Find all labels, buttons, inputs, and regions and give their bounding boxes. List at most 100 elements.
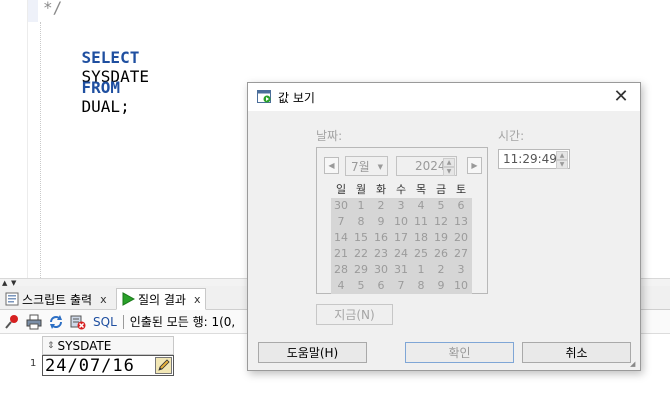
tab-script-output-close[interactable]: x — [100, 293, 107, 306]
calendar-day[interactable]: 11 — [411, 214, 431, 230]
calendar-week: 28 29 30 31 1 2 3 — [331, 262, 472, 278]
tab-query-result-close[interactable]: x — [194, 293, 201, 306]
comment-end: */ — [43, 0, 63, 17]
year-spin-buttons[interactable]: ▲ ▼ — [443, 158, 455, 176]
calendar-day[interactable]: 20 — [451, 230, 471, 246]
calendar-day[interactable]: 10 — [451, 278, 471, 294]
calendar-day[interactable]: 15 — [351, 230, 371, 246]
spin-up-icon[interactable]: ▲ — [556, 151, 568, 160]
spin-up-icon[interactable]: ▲ — [443, 158, 455, 167]
calendar-grid: 일월화수목금토 30 1 2 3 4 5 6 7 8 9 10 11 12 13 14 15 16 17 18 19 2… — [331, 182, 472, 294]
calendar-day[interactable]: 25 — [411, 246, 431, 262]
print-icon[interactable] — [25, 313, 43, 331]
calendar-day[interactable]: 6 — [371, 278, 391, 294]
calendar-day[interactable]: 30 — [331, 198, 351, 214]
help-button[interactable]: 도움말(H) — [258, 342, 367, 363]
date-label: 날짜: — [316, 129, 343, 143]
tab-query-result-label: 질의 결과 — [138, 292, 186, 307]
tab-script-output[interactable]: 스크립트 출력 x — [0, 288, 112, 310]
calendar-day[interactable]: 28 — [331, 262, 351, 278]
current-line-highlight — [28, 0, 38, 22]
time-spin-buttons[interactable]: ▲ ▼ — [556, 151, 568, 169]
calendar-day[interactable]: 19 — [431, 230, 451, 246]
play-icon — [121, 292, 136, 306]
next-month-icon[interactable]: ▶ — [467, 157, 482, 174]
chevron-down-icon: ▼ — [377, 163, 383, 171]
calendar-day[interactable]: 4 — [331, 278, 351, 294]
weekday-label: 토 — [455, 183, 467, 196]
cancel-button[interactable]: 취소 — [522, 342, 631, 363]
calendar-day[interactable]: 4 — [411, 198, 431, 214]
calendar-day[interactable]: 7 — [331, 214, 351, 230]
sort-icon: ⇕ — [47, 340, 55, 351]
calendar-day[interactable]: 1 — [351, 198, 371, 214]
time-label: 시간: — [498, 129, 525, 143]
time-spinner[interactable]: 11:29:49 ▲ ▼ — [498, 149, 570, 169]
calendar-day[interactable]: 17 — [391, 230, 411, 246]
calendar-day[interactable]: 8 — [351, 214, 371, 230]
calendar-day[interactable]: 18 — [411, 230, 431, 246]
calendar-day[interactable]: 30 — [371, 262, 391, 278]
calendar-week: 14 15 16 17 18 19 20 — [331, 230, 472, 246]
calendar-day[interactable]: 24 — [391, 246, 411, 262]
calendar-day[interactable]: 9 — [371, 214, 391, 230]
identifier-dual: DUAL; — [81, 97, 130, 116]
spin-down-icon[interactable]: ▼ — [443, 167, 455, 176]
tab-query-result[interactable]: 질의 결과 x — [116, 288, 206, 310]
year-spinner[interactable]: 2024 ▲ ▼ — [396, 156, 457, 176]
prev-month-icon[interactable]: ◀ — [324, 157, 339, 174]
calendar-day[interactable]: 31 — [391, 262, 411, 278]
view-value-dialog: 값 보기 ✕ 날짜: 시간: ◀ 7월 ▼ 2024 ▲ ▼ ▶ 일월화수목금토… — [247, 82, 641, 371]
calendar-day[interactable]: 7 — [391, 278, 411, 294]
column-header-sysdate[interactable]: ⇕ SYSDATE — [42, 336, 174, 355]
ok-button[interactable]: 확인 — [405, 342, 514, 363]
calendar-day[interactable]: 2 — [431, 262, 451, 278]
tab-script-output-label: 스크립트 출력 — [22, 292, 93, 307]
resize-grip-icon[interactable]: ◢ — [630, 360, 638, 368]
calendar-week: 7 8 9 10 11 12 13 — [331, 214, 472, 230]
dialog-titlebar[interactable]: 값 보기 ✕ — [248, 83, 640, 111]
close-icon[interactable]: ✕ — [612, 86, 630, 107]
refresh-icon[interactable] — [47, 313, 65, 331]
weekday-label: 일 — [335, 183, 347, 196]
calendar-day[interactable]: 22 — [351, 246, 371, 262]
pin-icon[interactable] — [3, 313, 21, 331]
weekday-label: 월 — [355, 183, 367, 196]
calendar-week: 21 22 23 24 25 26 27 — [331, 246, 472, 262]
result-cell[interactable]: 24/07/16 — [42, 355, 174, 376]
calendar-day[interactable]: 5 — [351, 278, 371, 294]
month-select[interactable]: 7월 ▼ — [345, 156, 388, 176]
indent-guide — [40, 22, 41, 278]
calendar-day[interactable]: 29 — [351, 262, 371, 278]
spin-down-icon[interactable]: ▼ — [556, 160, 568, 169]
pencil-icon[interactable] — [155, 357, 172, 374]
result-cell-value: 24/07/16 — [45, 355, 135, 376]
calendar-day[interactable]: 27 — [451, 246, 471, 262]
calendar-day[interactable]: 23 — [371, 246, 391, 262]
calendar-day[interactable]: 9 — [431, 278, 451, 294]
now-button[interactable]: 지금(N) — [316, 304, 393, 325]
calendar-day[interactable]: 10 — [391, 214, 411, 230]
calendar-day[interactable]: 2 — [371, 198, 391, 214]
dialog-app-icon — [257, 90, 272, 104]
calendar-day[interactable]: 21 — [331, 246, 351, 262]
calendar-day[interactable]: 14 — [331, 230, 351, 246]
calendar-week: 30 1 2 3 4 5 6 — [331, 198, 472, 214]
calendar-day[interactable]: 6 — [451, 198, 471, 214]
calendar-day[interactable]: 26 — [431, 246, 451, 262]
calendar-day[interactable]: 13 — [451, 214, 471, 230]
calendar-day[interactable]: 5 — [431, 198, 451, 214]
dialog-body: 날짜: 시간: ◀ 7월 ▼ 2024 ▲ ▼ ▶ 일월화수목금토 30 1 2 3 4… — [248, 111, 640, 370]
calendar-days: 30 1 2 3 4 5 6 7 8 9 10 11 12 13 14 15 16 17 18 19 20 21 22 23 2… — [331, 198, 472, 294]
calendar-day[interactable]: 1 — [411, 262, 431, 278]
calendar-day[interactable]: 16 — [371, 230, 391, 246]
calendar-day[interactable]: 12 — [431, 214, 451, 230]
calendar-day[interactable]: 8 — [411, 278, 431, 294]
row-number: 1 — [30, 358, 37, 369]
cancel-fetch-icon[interactable] — [69, 313, 87, 331]
calendar-day[interactable]: 3 — [451, 262, 471, 278]
line-gutter — [0, 0, 28, 278]
sql-button[interactable]: SQL — [93, 315, 117, 329]
column-header-label: SYSDATE — [57, 338, 112, 353]
calendar-day[interactable]: 3 — [391, 198, 411, 214]
